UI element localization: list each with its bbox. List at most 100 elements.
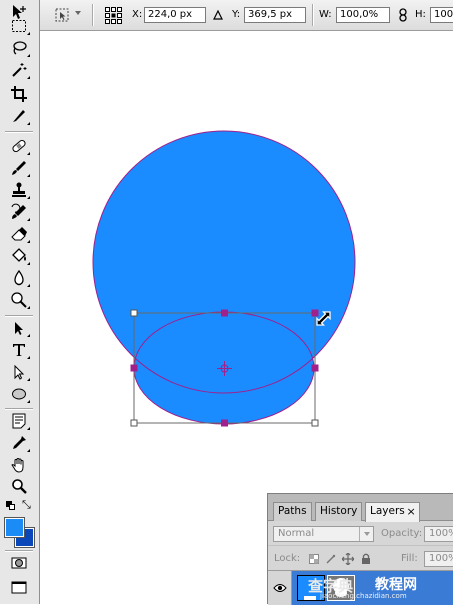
handle-bottom-center <box>221 419 228 427</box>
brush-tool[interactable] <box>7 158 31 178</box>
quick-mask-icon <box>11 557 27 569</box>
lock-all-icon[interactable] <box>361 553 371 564</box>
tool-preset-picker[interactable] <box>53 6 83 24</box>
direct-selection-tool[interactable] <box>7 362 31 382</box>
drop-icon <box>14 269 24 286</box>
lock-label: Lock: <box>274 553 301 564</box>
eyedropper-tool[interactable] <box>7 433 31 453</box>
hand-tool[interactable] <box>7 455 31 475</box>
crop-icon <box>11 86 27 102</box>
magic-wand-tool[interactable] <box>7 60 31 80</box>
lock-pixels-icon[interactable] <box>326 554 336 564</box>
magic-wand-icon <box>12 63 27 77</box>
dodge-icon <box>11 292 27 308</box>
paint-bucket-tool[interactable] <box>7 246 31 266</box>
handle-top-center <box>221 309 228 317</box>
h-label: H: <box>415 9 426 20</box>
handle-bottom-left <box>130 419 138 427</box>
x-label: X: <box>132 9 143 20</box>
type-tool[interactable] <box>7 340 31 360</box>
w-label: W: <box>319 9 332 20</box>
blur-tool[interactable] <box>7 268 31 288</box>
lock-position-icon[interactable] <box>342 553 354 565</box>
width-input[interactable]: 100,0% <box>336 7 390 23</box>
handle-top-left <box>130 309 138 317</box>
blend-row: Normal Opacity: 100% <box>268 521 453 546</box>
opacity-label: Opacity: <box>381 528 423 539</box>
y-label: Y: <box>232 9 241 20</box>
marquee-tool[interactable] <box>7 16 31 36</box>
tab-layers-label: Layers <box>370 505 405 517</box>
ellipse-icon <box>12 388 26 400</box>
ellipse-tool[interactable] <box>7 384 31 404</box>
blend-mode-select[interactable]: Normal <box>273 526 374 542</box>
watermark: 查字典 教程网 jiaocheng.chazidian.com <box>308 571 448 605</box>
lasso-tool[interactable] <box>7 38 31 58</box>
tab-paths[interactable]: Paths <box>273 502 312 521</box>
dodge-tool[interactable] <box>7 290 31 310</box>
bucket-icon <box>12 248 26 262</box>
reference-point-icon <box>105 7 122 24</box>
layer-visibility-toggle[interactable] <box>268 571 292 605</box>
eraser-icon <box>11 227 27 241</box>
slice-icon <box>13 110 25 122</box>
history-brush-icon <box>11 203 26 219</box>
tab-layers[interactable]: Layers × <box>365 502 420 522</box>
layers-panel: Paths History Layers × Normal Opacity: 1… <box>267 493 453 605</box>
magnifier-icon <box>12 479 27 494</box>
crop-tool[interactable] <box>7 84 31 104</box>
stamp-icon <box>12 182 26 197</box>
history-brush-tool[interactable] <box>7 202 31 222</box>
swap-colors-icon[interactable]: ⤡ <box>22 499 31 510</box>
lasso-icon <box>13 41 27 55</box>
healing-brush-tool[interactable] <box>7 136 31 156</box>
reference-point-locator[interactable] <box>104 6 123 25</box>
options-bar: X: 224,0 px Y: 369,5 px W: 100,0% H: 100… <box>40 0 453 31</box>
chevron-down-icon <box>75 11 81 15</box>
direct-arrow-icon <box>14 364 25 380</box>
handle-bottom-right <box>311 419 319 427</box>
lock-row: Lock: Fill: 100% <box>268 546 453 571</box>
handle-top-right <box>311 309 319 317</box>
fill-input[interactable]: 100% <box>424 551 453 567</box>
eyedropper-icon <box>13 436 26 449</box>
height-input[interactable]: 100, <box>430 7 453 23</box>
clone-stamp-tool[interactable] <box>7 180 31 200</box>
slice-tool[interactable] <box>7 106 31 126</box>
tab-history[interactable]: History <box>315 502 363 521</box>
transform-marquee-icon <box>55 8 69 22</box>
foreground-color-swatch[interactable] <box>4 517 25 538</box>
eye-icon <box>273 584 287 592</box>
eraser-tool[interactable] <box>7 224 31 244</box>
path-selection-tool[interactable] <box>7 318 31 338</box>
brush-icon <box>12 161 26 175</box>
fill-label: Fill: <box>401 553 418 564</box>
screen-mode-icon <box>11 581 27 594</box>
screen-mode-button[interactable] <box>7 578 31 598</box>
note-icon <box>12 413 26 429</box>
default-colors-button[interactable] <box>6 501 16 511</box>
x-input[interactable]: 224,0 px <box>144 7 206 23</box>
marquee-icon <box>12 20 26 32</box>
blend-mode-value: Normal <box>278 528 315 539</box>
path-arrow-icon <box>15 322 23 335</box>
bandage-icon <box>12 139 26 153</box>
toolbox: ⤡ <box>0 0 40 604</box>
lock-transparent-icon[interactable] <box>309 554 319 564</box>
zoom-tool[interactable] <box>7 476 31 496</box>
y-input[interactable]: 369,5 px <box>244 7 306 23</box>
watermark-url-text: jiaocheng.chazidian.com <box>320 592 407 600</box>
layer-row[interactable]: 查字典 教程网 jiaocheng.chazidian.com <box>268 571 453 605</box>
quick-mask-button[interactable] <box>7 553 31 573</box>
watermark-brand-text: 教程网 <box>375 577 417 593</box>
handle-middle-right <box>311 364 319 372</box>
handle-middle-left <box>130 364 138 372</box>
type-icon <box>13 344 25 356</box>
notes-tool[interactable] <box>7 411 31 431</box>
panel-tab-bar: Paths History Layers × <box>268 494 453 522</box>
opacity-input[interactable]: 100% <box>424 526 453 542</box>
hand-icon <box>11 458 24 473</box>
close-icon[interactable]: × <box>407 503 416 520</box>
relative-positioning-icon[interactable] <box>213 10 223 20</box>
link-icon[interactable] <box>399 8 407 22</box>
